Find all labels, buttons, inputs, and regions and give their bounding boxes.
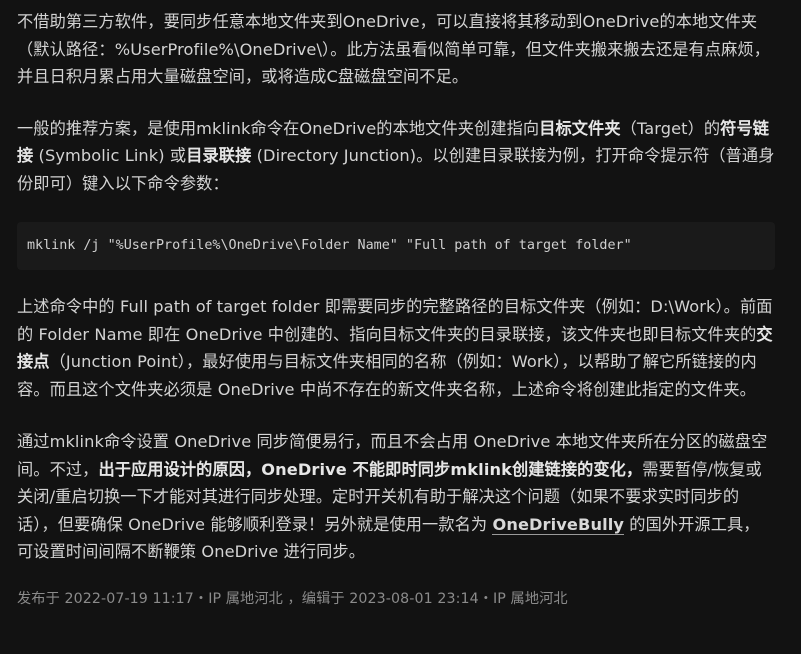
mklink-command[interactable]: mklink /j "%UserProfile%\OneDrive\Folder… bbox=[27, 238, 632, 253]
p2-bold-directory-junction: 目录联接 bbox=[186, 146, 252, 165]
paragraph-conclusion: 通过mklink命令设置 OneDrive 同步简便易行，而且不会占用 OneD… bbox=[17, 428, 775, 566]
onedrivebully-link[interactable]: OneDriveBully bbox=[492, 514, 625, 535]
paragraph-recommendation: 一般的推荐方案，是使用mklink命令在OneDrive的本地文件夹创建指向目标… bbox=[17, 115, 775, 198]
paragraph-explanation: 上述命令中的 Full path of target folder 即需要同步的… bbox=[17, 293, 775, 403]
post-meta-info: 发布于 2022-07-19 11:17・IP 属地河北 ，编辑于 2023-0… bbox=[17, 590, 568, 607]
p2-text-1: 一般的推荐方案，是使用mklink命令在OneDrive的本地文件夹创建指向 bbox=[17, 118, 540, 138]
p2-bold-target-folder: 目标文件夹 bbox=[539, 118, 621, 138]
p3-text-2: （Junction Point），最好使用与目标文件夹相同的名称（例如：Work… bbox=[17, 352, 757, 399]
p4-bold-design-reason: 出于应用设计的原因，OneDrive 不能即时同步mklink创建链接的变化， bbox=[98, 459, 643, 479]
paragraph-intro-text: 不借助第三方软件，要同步任意本地文件夹到OneDrive，可以直接将其移动到On… bbox=[17, 12, 770, 86]
p2-text-2: （Target）的 bbox=[620, 118, 721, 138]
p2-text-3: (Symbolic Link) 或 bbox=[33, 146, 187, 165]
code-block[interactable]: mklink /j "%UserProfile%\OneDrive\Folder… bbox=[17, 222, 775, 270]
paragraph-intro: 不借助第三方软件，要同步任意本地文件夹到OneDrive，可以直接将其移动到On… bbox=[17, 8, 775, 91]
p3-text-1: 上述命令中的 Full path of target folder 即需要同步的… bbox=[17, 297, 773, 344]
article-body: 不借助第三方软件，要同步任意本地文件夹到OneDrive，可以直接将其移动到On… bbox=[0, 0, 801, 654]
